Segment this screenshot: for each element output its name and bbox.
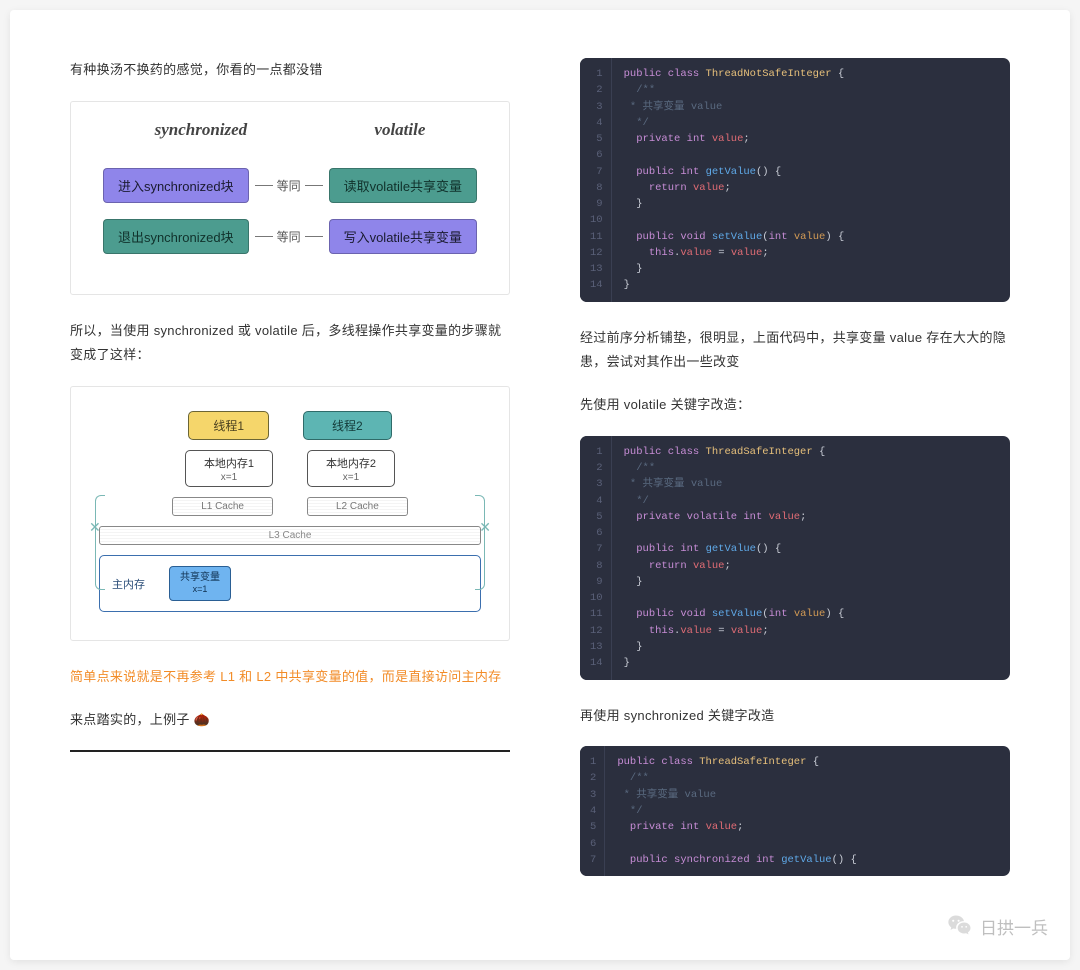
highlight-paragraph: 简单点来说就是不再参考 L1 和 L2 中共享变量的值，而是直接访问主内存 [70,665,510,690]
line-numbers: 1 2 3 4 5 6 7 8 9 10 11 12 13 14 [580,436,612,680]
label: 共享变量 [180,572,220,583]
wechat-icon [946,912,974,940]
strike-icon: ✕ [479,519,491,536]
code-source: public class ThreadSafeInteger { /** * 共… [612,436,1010,680]
diagram-sync-vs-volatile: synchronized volatile 进入synchronized块 等同… [70,101,510,295]
line-numbers: 1 2 3 4 5 6 7 [580,746,605,876]
paragraph: 来点踏实的，上例子 🌰 [70,708,510,733]
box-local-memory1: 本地内存1 x=1 [185,450,273,487]
paragraph: 再使用 synchronized 关键字改造 [580,704,1010,729]
label: 本地内存1 [204,458,254,470]
heading-volatile: volatile [374,120,425,140]
box-l1-cache: L1 Cache [172,497,273,516]
label: 主内存 [112,576,145,592]
label-equals: 等同 [277,228,301,245]
label: x=1 [202,471,256,484]
text: 来点踏实的，上例子 🌰 [70,712,210,727]
heading-synchronized: synchronized [155,120,248,140]
left-column: 有种换汤不换药的感觉，你看的一点都没错 synchronized volatil… [70,58,510,900]
box-exit-synchronized: 退出synchronized块 [103,219,249,254]
code-source: public class ThreadNotSafeInteger { /** … [612,58,1010,302]
code-block-volatile: 1 2 3 4 5 6 7 8 9 10 11 12 13 14 public … [580,436,1010,680]
box-l2-cache: L2 Cache [307,497,408,516]
wechat-watermark: 日拱一兵 [946,912,1048,940]
strike-icon: ✕ [89,519,101,536]
code-block-synchronized: 1 2 3 4 5 6 7 public class ThreadSafeInt… [580,746,1010,876]
paragraph: 经过前序分析铺垫，很明显，上面代码中，共享变量 value 存在大大的隐患，尝试… [580,326,1010,375]
box-thread1: 线程1 [188,411,269,440]
box-l3-cache: L3 Cache [99,526,481,545]
code-source: public class ThreadSafeInteger { /** * 共… [605,746,1010,876]
box-local-memory2: 本地内存2 x=1 [307,450,395,487]
label: 本地内存2 [326,458,376,470]
box-write-volatile: 写入volatile共享变量 [329,219,477,254]
label: x=1 [180,584,220,596]
wechat-label: 日拱一兵 [980,914,1048,939]
paragraph: 所以，当使用 synchronized 或 volatile 后，多线程操作共享… [70,319,510,368]
right-column: 1 2 3 4 5 6 7 8 9 10 11 12 13 14 public … [580,58,1010,900]
label: x=1 [324,471,378,484]
paragraph: 先使用 volatile 关键字改造： [580,393,1010,418]
box-enter-synchronized: 进入synchronized块 [103,168,249,203]
box-read-volatile: 读取volatile共享变量 [329,168,477,203]
paragraph: 有种换汤不换药的感觉，你看的一点都没错 [70,58,510,83]
box-shared-variable: 共享变量 x=1 [169,566,231,601]
divider [70,750,510,752]
article-page: 有种换汤不换药的感觉，你看的一点都没错 synchronized volatil… [10,10,1070,960]
diagram-memory-model: ✕ ✕ 线程1 线程2 本地内存1 x=1 本地内存2 x=1 [70,386,510,641]
box-thread2: 线程2 [303,411,392,440]
code-block-unsafe: 1 2 3 4 5 6 7 8 9 10 11 12 13 14 public … [580,58,1010,302]
label-equals: 等同 [277,177,301,194]
box-main-memory: 主内存 共享变量 x=1 [99,555,481,612]
line-numbers: 1 2 3 4 5 6 7 8 9 10 11 12 13 14 [580,58,612,302]
